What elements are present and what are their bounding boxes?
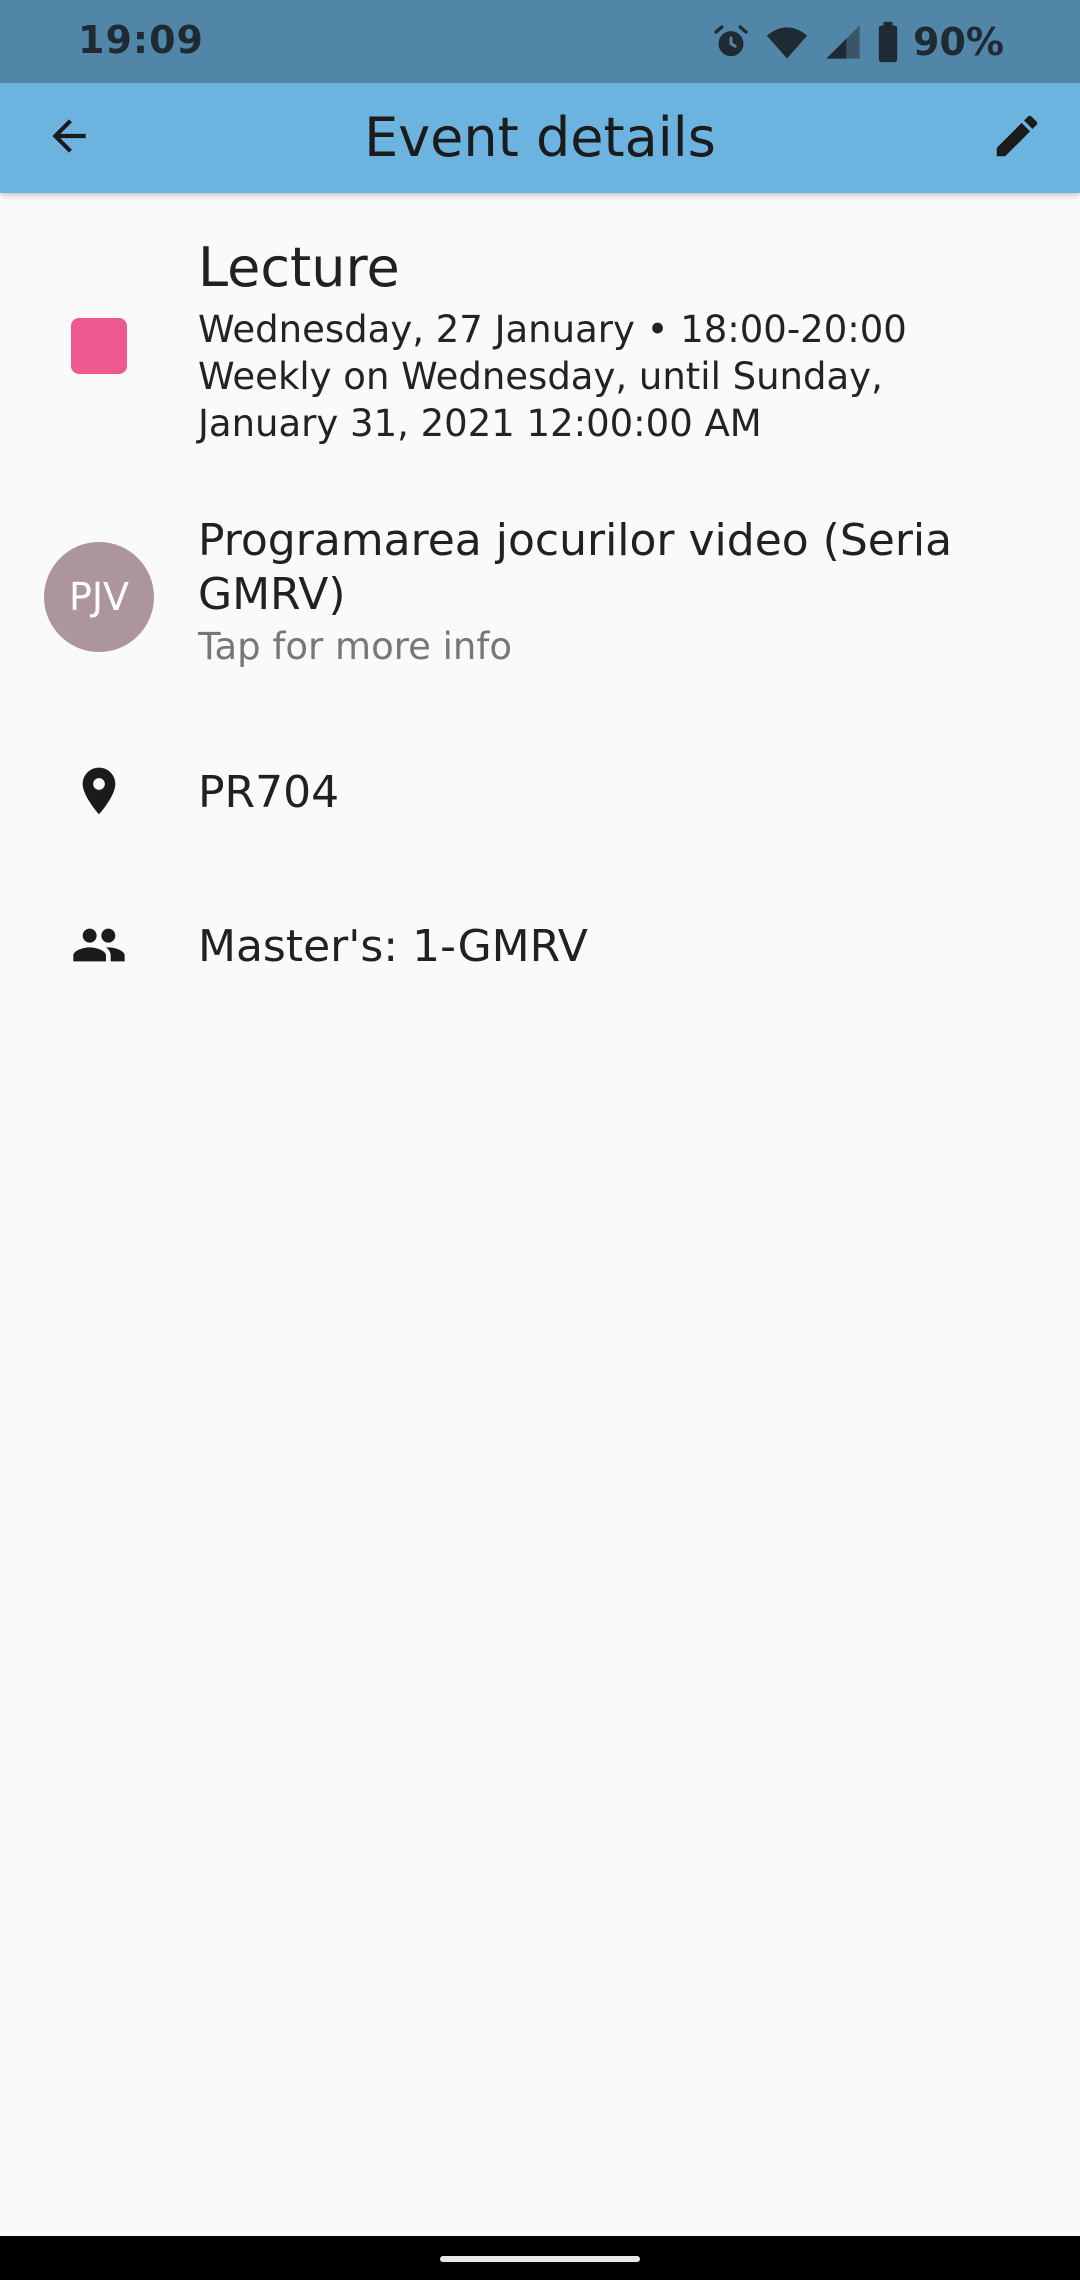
- course-avatar-lead: PJV: [44, 542, 154, 652]
- wifi-icon: [765, 20, 809, 64]
- edit-pencil-icon: [990, 109, 1044, 167]
- group-value: Master's: 1-GMRV: [198, 921, 588, 972]
- event-section: Lecture Wednesday, 27 January • 18:00-20…: [0, 236, 1080, 456]
- event-text: Lecture Wednesday, 27 January • 18:00-20…: [198, 236, 1010, 447]
- navigation-bar: [0, 2236, 1080, 2280]
- people-icon: [67, 917, 131, 977]
- signal-icon: [823, 20, 863, 64]
- group-lead: [44, 919, 154, 975]
- status-time: 19:09: [78, 18, 204, 62]
- group-item: Master's: 1-GMRV: [0, 912, 1080, 982]
- battery-percentage: 90%: [913, 20, 1004, 64]
- page-title: Event details: [364, 106, 716, 169]
- course-hint: Tap for more info: [198, 625, 513, 668]
- alarm-icon: [711, 20, 751, 64]
- location-pin-icon: [71, 763, 127, 823]
- event-color-lead: [44, 318, 154, 374]
- app-bar: Event details: [0, 83, 1080, 193]
- course-name: Programarea jocurilor video (Seria GMRV): [198, 515, 953, 620]
- home-gesture-handle[interactable]: [440, 2256, 640, 2262]
- location-item: PR704: [0, 758, 1080, 828]
- course-text: Programarea jocurilor video (Seria GMRV)…: [198, 514, 1010, 672]
- event-recurrence: Weekly on Wednesday, until Sunday, Janua…: [198, 355, 883, 445]
- edit-button[interactable]: [984, 105, 1050, 171]
- status-icons: 90%: [711, 20, 1004, 64]
- avatar: PJV: [44, 542, 154, 652]
- location-lead: [44, 765, 154, 821]
- status-bar: 19:09 90%: [0, 0, 1080, 83]
- location-value: PR704: [198, 767, 340, 818]
- course-item[interactable]: PJV Programarea jocurilor video (Seria G…: [0, 514, 1080, 684]
- event-time: Wednesday, 27 January • 18:00-20:00: [198, 308, 907, 351]
- event-color-swatch: [71, 318, 127, 374]
- event-title: Lecture: [198, 236, 400, 299]
- battery-icon: [877, 20, 899, 64]
